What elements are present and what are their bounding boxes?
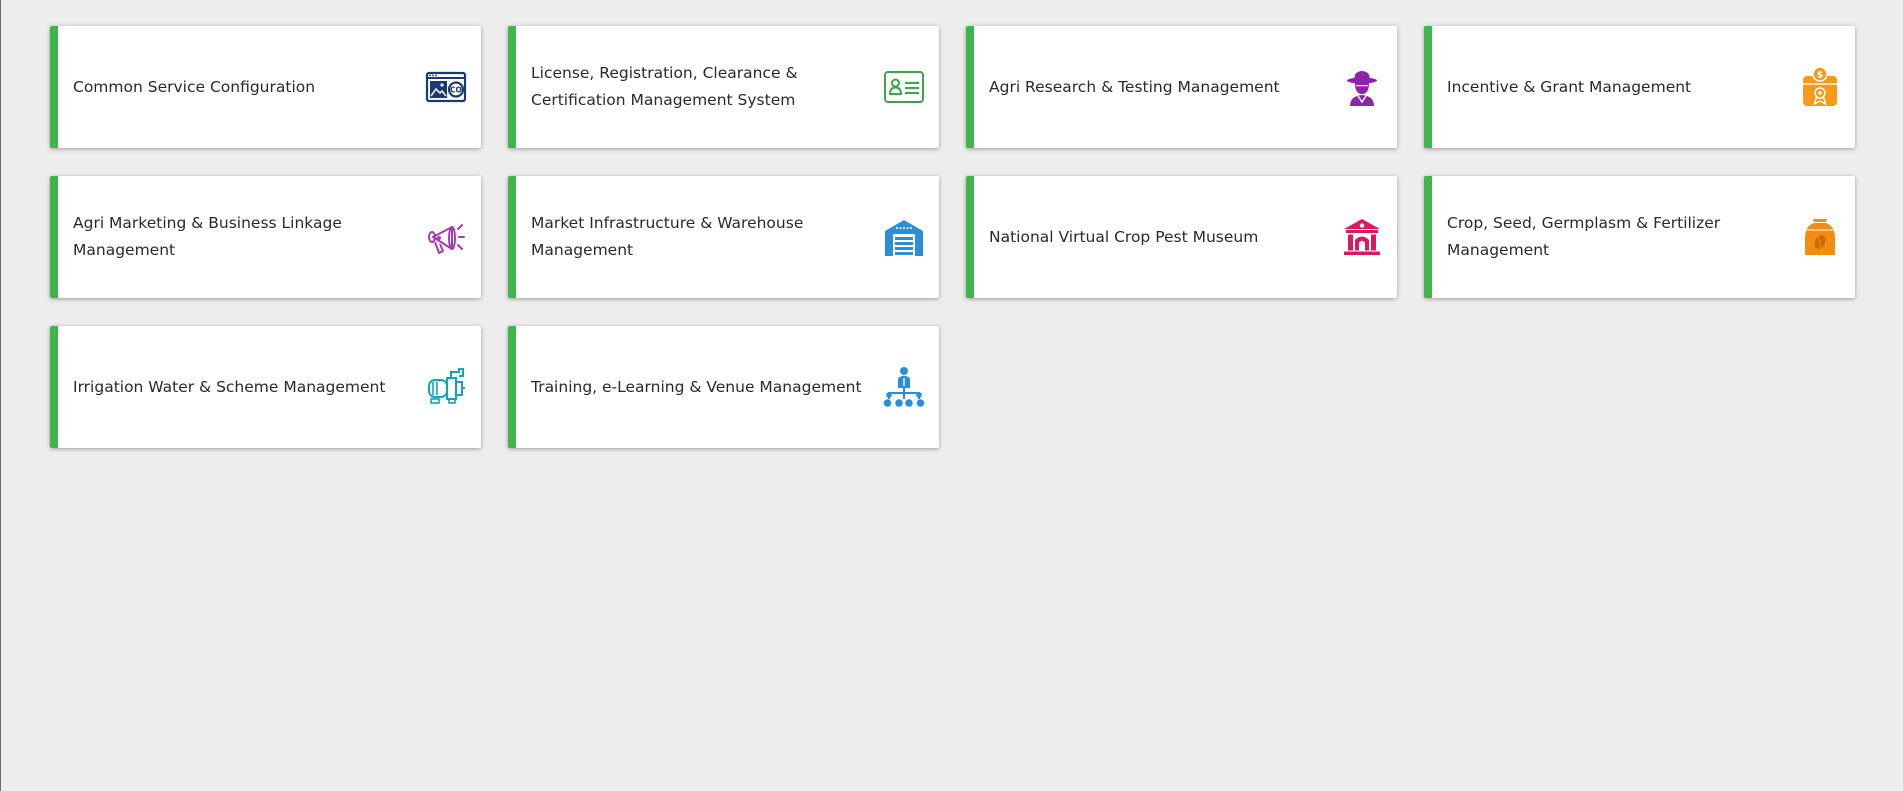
seed-bag-icon [1799,216,1841,258]
module-title: Incentive & Grant Management [1447,77,1692,96]
module-card-license-registration[interactable]: License, Registration, Clearance & Certi… [508,26,939,148]
module-card-market-infrastructure[interactable]: Market Infrastructure & Warehouse Manage… [508,176,939,298]
module-grid: Common Service Configuration CO License,… [50,26,1855,448]
module-card-irrigation[interactable]: Irrigation Water & Scheme Management [50,326,481,448]
module-card-common-service-configuration[interactable]: Common Service Configuration CO [50,26,481,148]
module-title: Irrigation Water & Scheme Management [73,377,386,396]
megaphone-icon [425,216,467,258]
module-card-agri-research[interactable]: Agri Research & Testing Management [966,26,1397,148]
water-pump-icon [425,366,467,408]
module-card-crop-pest-museum[interactable]: National Virtual Crop Pest Museum [966,176,1397,298]
training-hierarchy-icon [883,366,925,408]
museum-icon [1341,216,1383,258]
module-card-crop-seed-fertilizer[interactable]: Crop, Seed, Germplasm & Fertilizer Manag… [1424,176,1855,298]
module-title: Common Service Configuration [73,77,316,96]
module-title: Agri Marketing & Business Linkage Manage… [73,214,342,259]
grant-money-icon: $ [1799,66,1841,108]
module-title: License, Registration, Clearance & Certi… [531,64,798,109]
page-left-border [0,0,1,791]
module-title: Market Infrastructure & Warehouse Manage… [531,214,804,259]
module-title: Agri Research & Testing Management [989,77,1280,96]
warehouse-icon [883,216,925,258]
module-title: Crop, Seed, Germplasm & Fertilizer Manag… [1447,214,1721,259]
module-card-agri-marketing[interactable]: Agri Marketing & Business Linkage Manage… [50,176,481,298]
config-card-icon: CO [425,66,467,108]
id-card-icon [883,66,925,108]
module-card-incentive-grant[interactable]: Incentive & Grant Management $ [1424,26,1855,148]
module-title: National Virtual Crop Pest Museum [989,227,1259,246]
svg-text:CO: CO [450,86,462,95]
svg-text:$: $ [1817,71,1823,81]
farmer-icon [1341,66,1383,108]
module-title: Training, e-Learning & Venue Management [531,377,862,396]
module-card-training-elearning[interactable]: Training, e-Learning & Venue Management [508,326,939,448]
